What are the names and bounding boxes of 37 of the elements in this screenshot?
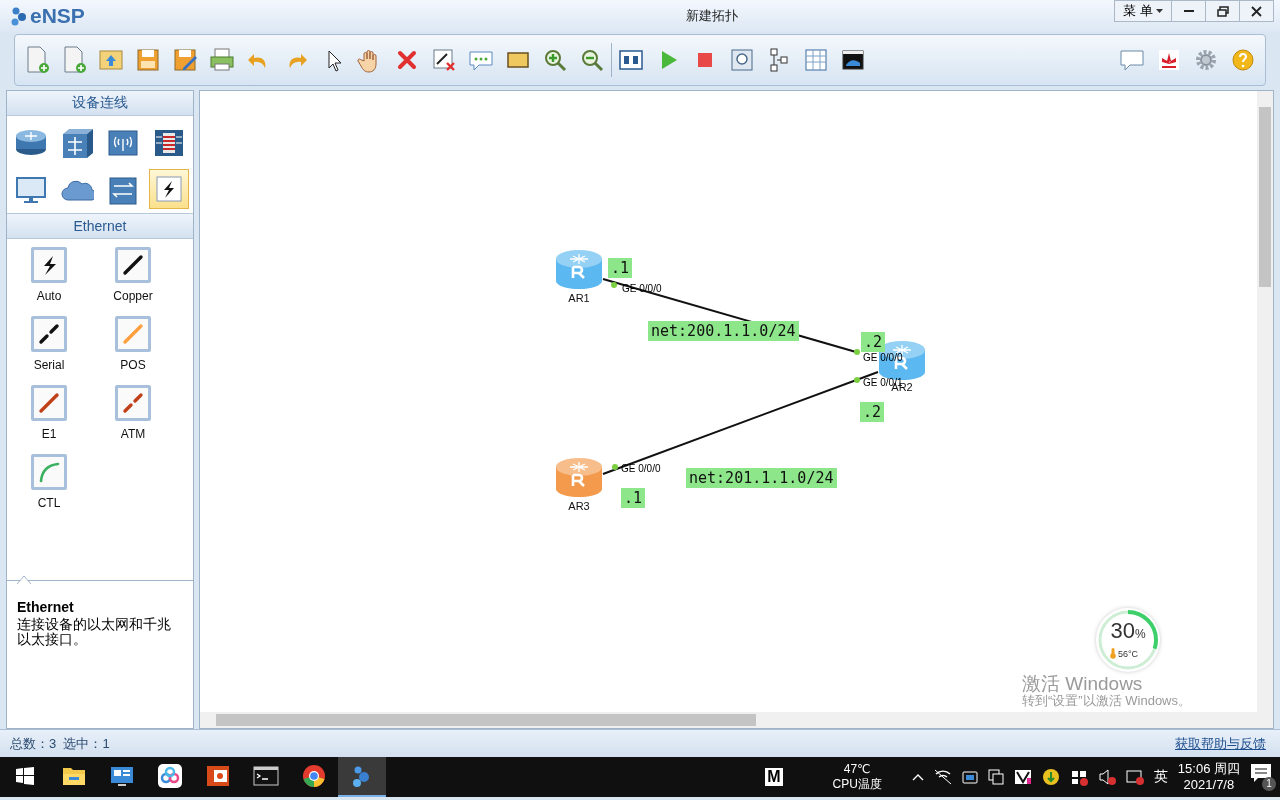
ip-note: .1	[621, 488, 646, 508]
window-title: 新建拓扑	[685, 7, 740, 25]
panel-header: 设备连线	[7, 91, 193, 116]
description-title: Ethernet	[17, 599, 75, 615]
ip-note: .1	[608, 258, 633, 278]
ip-note: net:201.1.1.0/24	[686, 468, 837, 488]
panel-header: Ethernet	[7, 214, 193, 239]
port-label: GE 0/0/0	[863, 352, 903, 363]
input-method[interactable]: 英	[1153, 768, 1168, 786]
port-label: GE 0/0/0	[621, 463, 661, 474]
ip-note: .2	[860, 402, 885, 422]
selection-summary: 总数：3 选中：1	[10, 734, 110, 753]
cable-label[interactable]: Serial	[33, 358, 65, 372]
device-label: AR3	[568, 500, 590, 512]
app-logo-text: eNSP	[30, 4, 85, 28]
cpu-percent: 30%	[1109, 618, 1147, 644]
cable-label[interactable]: ATM	[120, 427, 146, 441]
device-label: AR1	[568, 292, 590, 304]
cpu-label: CPU温度	[832, 775, 882, 793]
cpu-temperature: 47℃	[843, 761, 871, 776]
activation-title: 激活 Windows	[1022, 674, 1143, 693]
tray-app-icon[interactable]: M	[765, 768, 783, 786]
menu-button[interactable]: 菜 单	[1114, 0, 1172, 22]
ip-note: net:200.1.1.0/24	[648, 321, 799, 341]
cable-label[interactable]: Copper	[113, 289, 153, 303]
cpu-temperature: 56°C	[1118, 648, 1139, 659]
cable-label[interactable]: E1	[41, 427, 57, 441]
notification-count: 1	[1262, 777, 1276, 791]
activation-text: 转到“设置”以激活 Windows。	[1022, 693, 1191, 708]
ip-note: .2	[861, 332, 886, 352]
clock-date: 2021/7/8	[1183, 777, 1235, 793]
description-text: 连接设备的以太网和千兆以太接口。	[17, 617, 172, 648]
cable-label[interactable]: CTL	[37, 496, 61, 510]
cable-label[interactable]: POS	[120, 358, 146, 372]
cable-label[interactable]: Auto	[36, 289, 62, 303]
clock-time: 15:06 周四	[1177, 761, 1240, 777]
help-link[interactable]: 获取帮助与反馈	[1175, 734, 1266, 753]
